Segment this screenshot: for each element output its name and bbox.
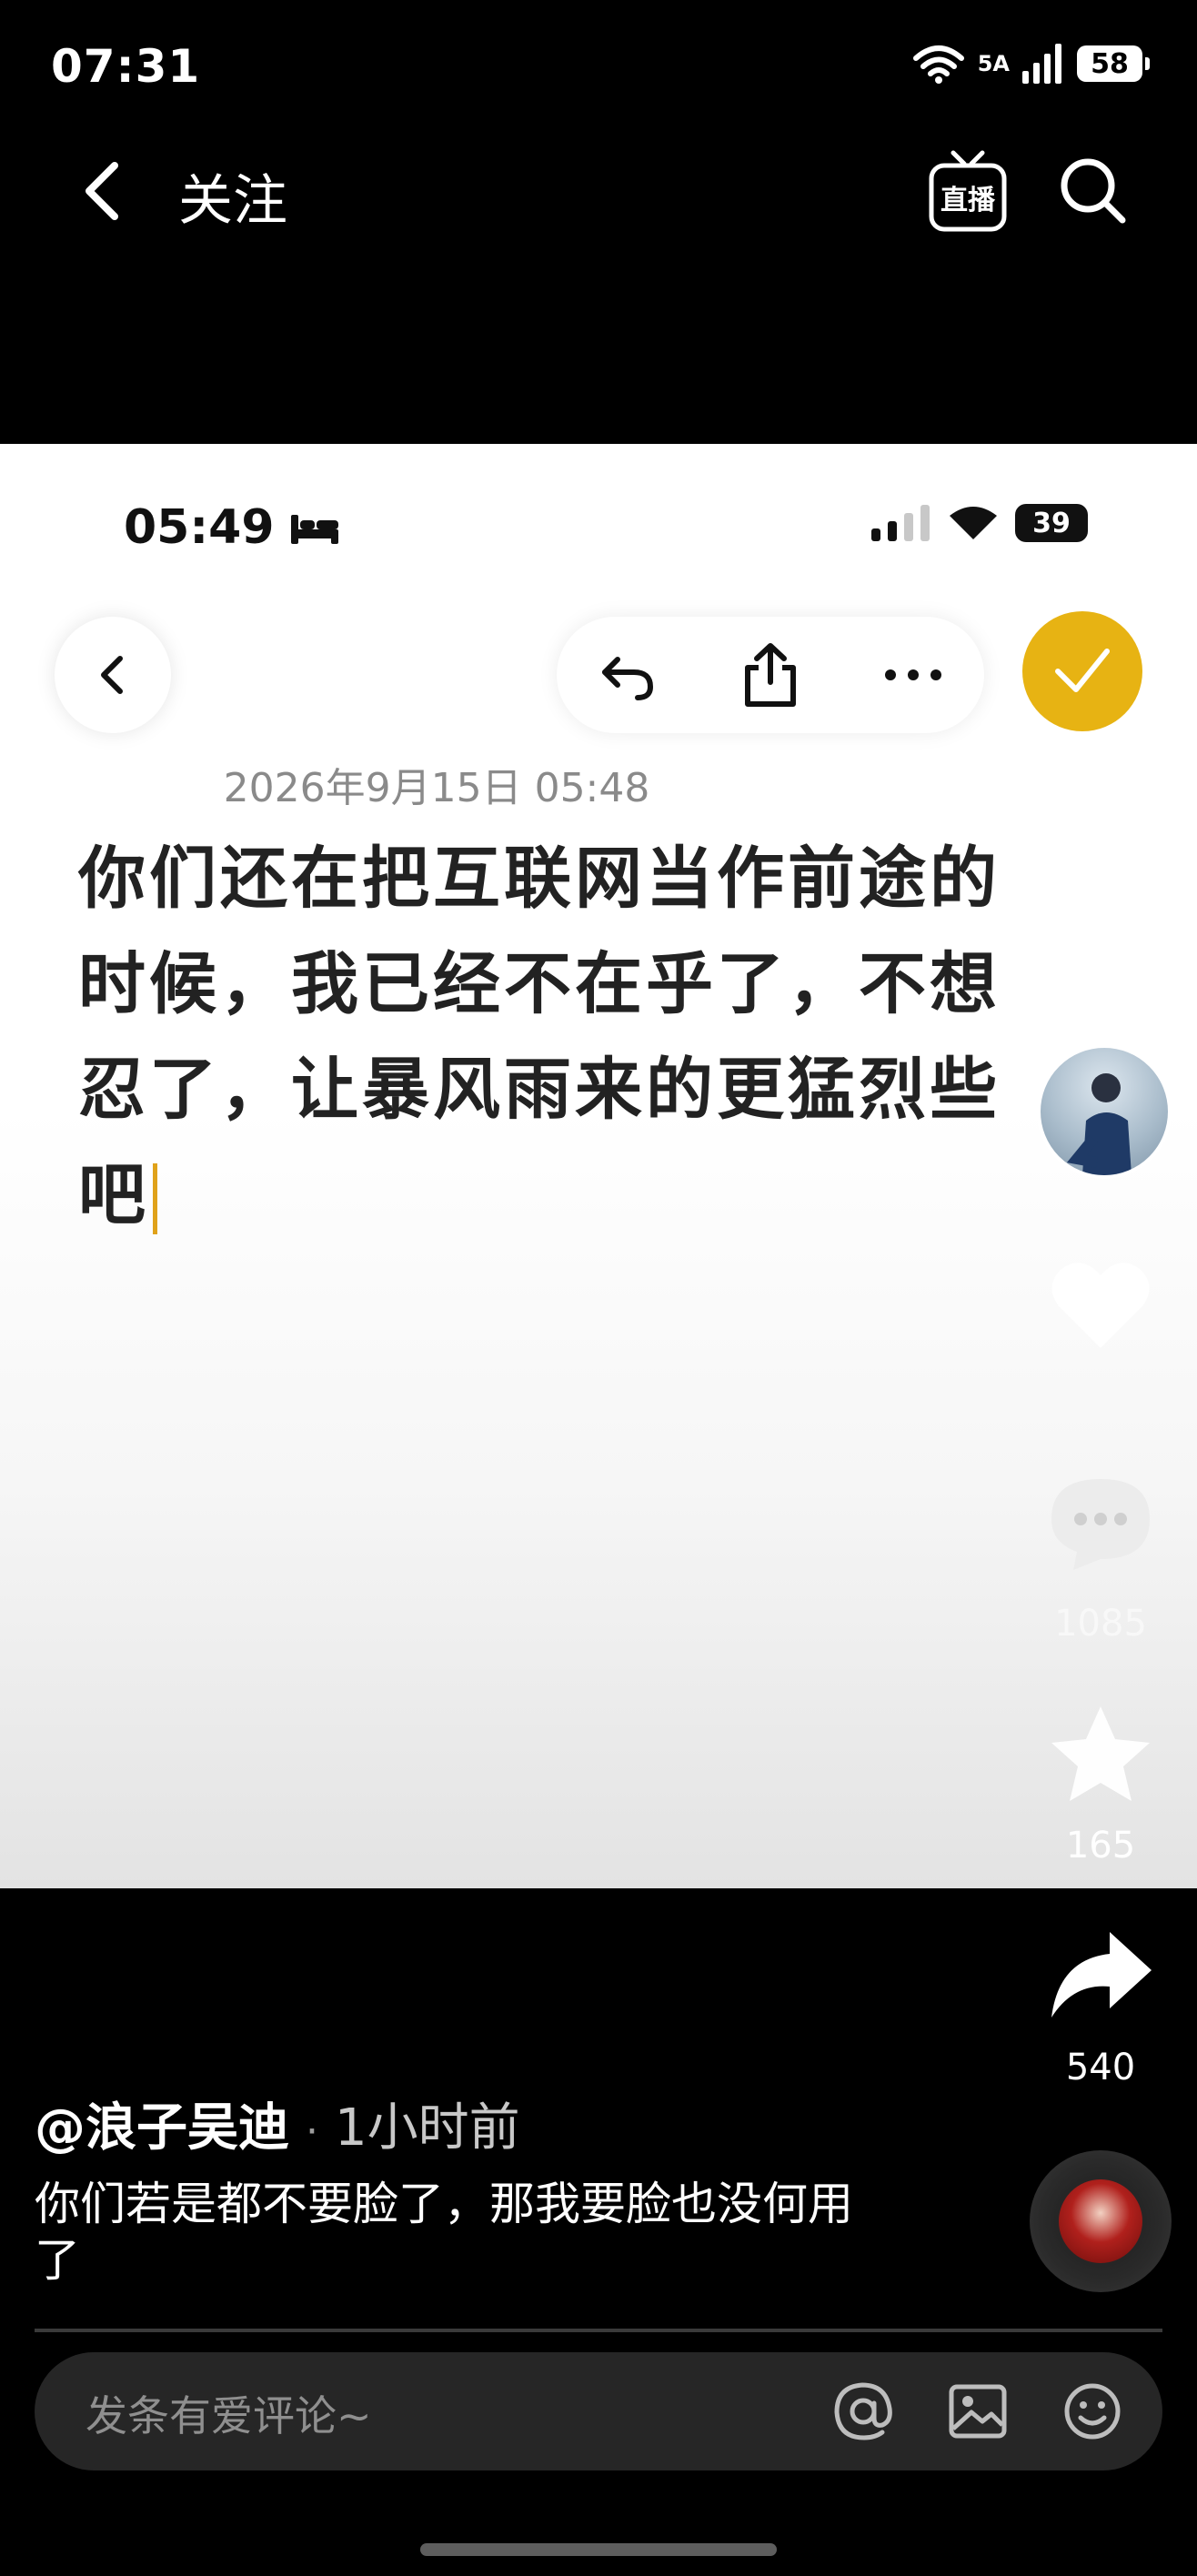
like-button[interactable] [1046,1253,1155,1353]
page-title: 关注 [178,169,287,233]
more-icon [884,669,941,680]
live-tv-icon: 直播 [929,150,1007,232]
mention-button[interactable] [831,2380,895,2443]
status-indicators: 5A 58 [912,44,1150,84]
divider [35,2329,1162,2332]
post-caption[interactable]: 你们若是都不要脸了，那我要脸也没何用了 [35,2176,853,2289]
live-button[interactable]: 直播 [928,149,1008,233]
author-row: @浪子吴迪 · 1小时前 [35,2087,520,2160]
inner-status-indicators: 39 [871,504,1088,542]
comment-input-placeholder[interactable]: 发条有爱评论~ [86,2383,372,2443]
home-indicator[interactable] [420,2543,777,2556]
inner-note-text: 你们还在把互联网当作前途的时候，我已经不在乎了，不想忍了，让暴风雨来的更猛烈些吧 [78,826,1042,1248]
avatar-figure-icon [1066,1073,1132,1175]
share-button[interactable] [1046,1927,1155,2027]
heart-icon [1051,1263,1150,1348]
battery-indicator: 58 [1077,45,1150,82]
favorite-button[interactable] [1046,1701,1155,1810]
post-time: 1小时前 [335,2098,520,2158]
bed-icon [290,515,338,544]
share-upload-icon [744,643,796,707]
share-count: 540 [1065,2047,1136,2088]
favorite-count: 165 [1065,1825,1136,1867]
inner-status-time: 05:49 [124,500,340,555]
comment-bubble-icon [1051,1479,1150,1570]
inner-chevron-left-icon [101,656,123,694]
image-button[interactable] [946,2380,1010,2443]
music-cover [1059,2179,1142,2263]
status-time: 07:31 [51,40,201,93]
inner-toolbar [557,617,984,733]
comment-input-bar[interactable]: 发条有爱评论~ [35,2352,1162,2470]
inner-time-text: 05:49 [124,500,275,555]
inner-done-button [1022,611,1142,731]
cellular-signal-icon [1022,44,1061,84]
music-disc[interactable] [1030,2150,1172,2292]
network-type-label: 5A [977,51,1010,76]
search-button[interactable] [1057,155,1130,227]
search-icon [1061,158,1126,224]
comment-count: 1085 [1054,1603,1147,1645]
live-label: 直播 [940,185,996,216]
author-name[interactable]: @浪子吴迪 [35,2087,289,2160]
emoji-button[interactable] [1061,2380,1124,2443]
chevron-left-icon [86,162,118,220]
at-icon [834,2382,892,2440]
checkmark-icon [1055,649,1110,692]
emoji-icon [1064,2383,1121,2440]
undo-icon [602,657,654,700]
comment-button[interactable] [1046,1474,1155,1574]
separator-dot: · [306,2108,318,2155]
wifi-icon [912,45,964,84]
text-cursor [153,1163,157,1235]
author-avatar[interactable] [1037,1044,1172,1179]
inner-wifi-icon [950,507,997,539]
inner-signal-icon [871,505,930,541]
image-icon [949,2384,1007,2439]
inner-note-body: 你们还在把互联网当作前途的时候，我已经不在乎了，不想忍了，让暴风雨来的更猛烈些吧 [78,840,1001,1234]
back-button[interactable] [73,155,136,227]
inner-battery-indicator: 39 [1015,504,1088,542]
post-image[interactable]: 05:49 39 2026年9月15日 05:48 你们还在把互联网当作前途的时… [0,444,1197,1888]
inner-note-date: 2026年9月15日 05:48 [223,765,650,811]
inner-back-button [55,617,171,733]
star-icon [1051,1706,1150,1801]
share-arrow-icon [1051,1932,1152,2018]
